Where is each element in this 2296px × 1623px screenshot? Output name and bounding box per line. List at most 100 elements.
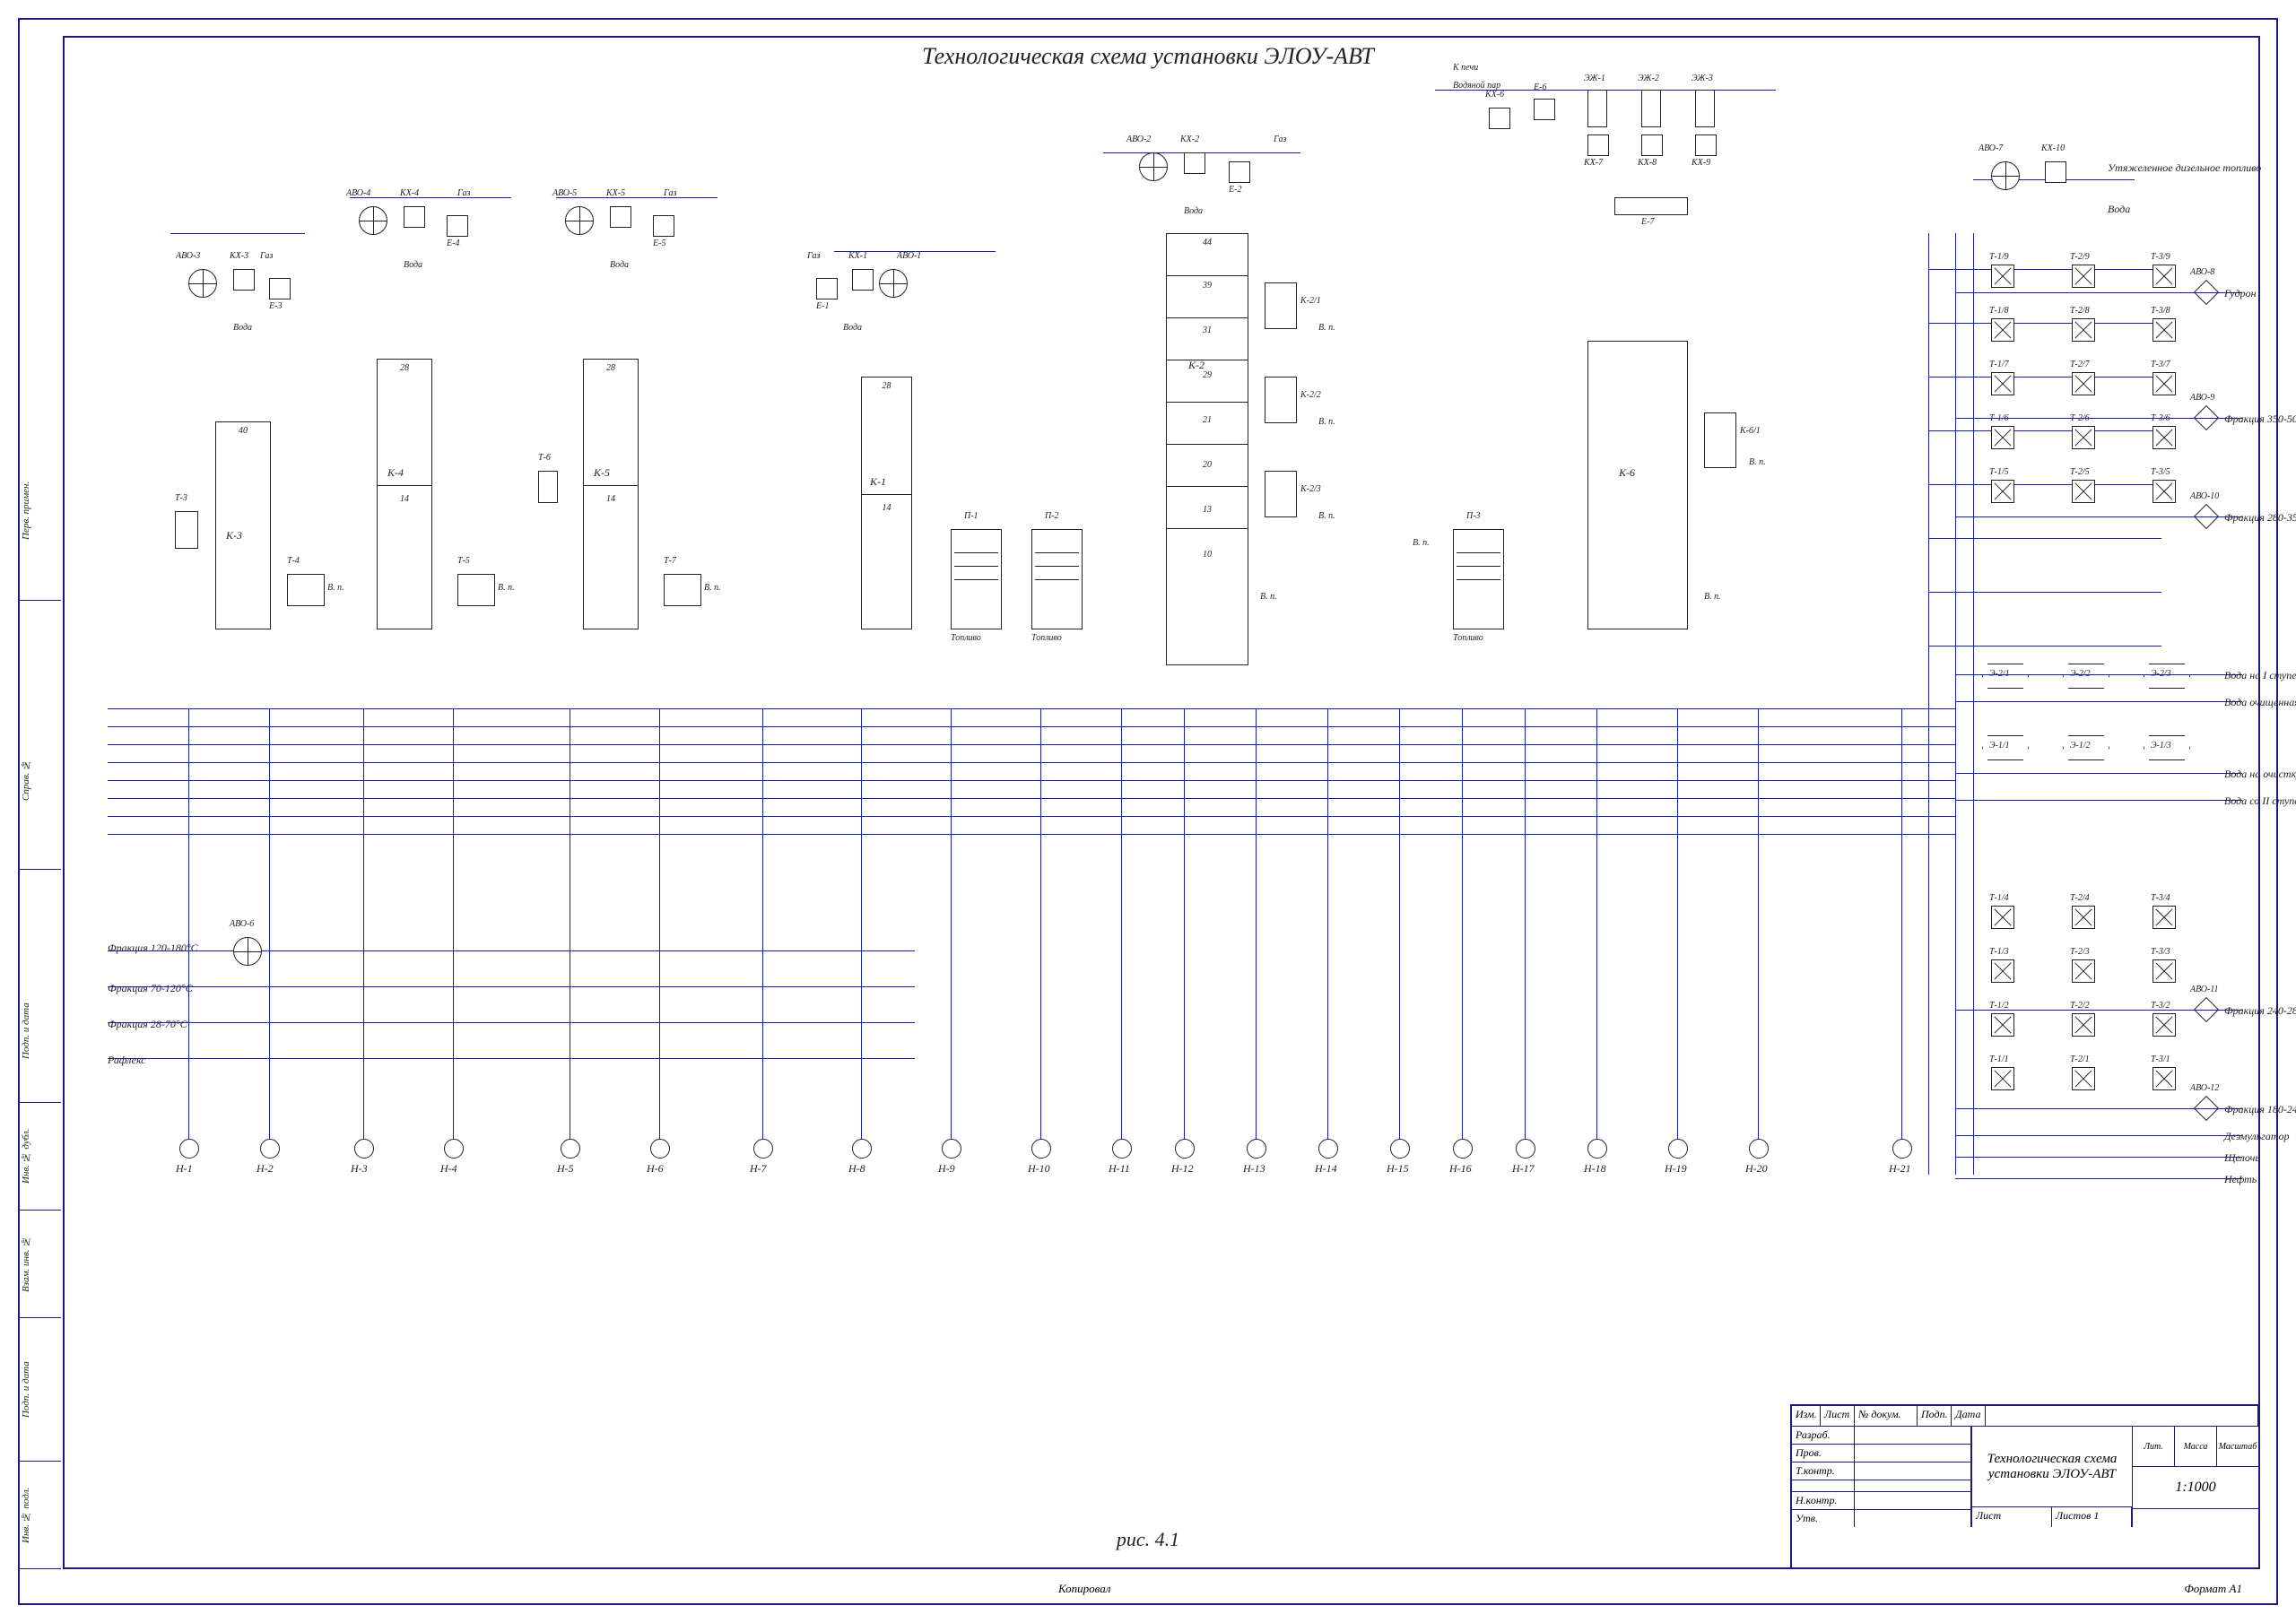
figure-label: рис. 4.1 — [1117, 1528, 1179, 1551]
pump-label-Н-5: Н-5 — [557, 1162, 574, 1176]
label-water2: Вода — [1184, 206, 1203, 216]
hx-label-Т-1/8: Т-1/8 — [1989, 306, 2009, 316]
out-6: Вода со II ступени — [2224, 794, 2287, 808]
column-K4: 28 14 — [377, 359, 432, 629]
label-ej3: ЭЖ-3 — [1692, 74, 1713, 83]
hx-label-Т-3/9: Т-3/9 — [2151, 252, 2170, 262]
label-to-furnace: К печи — [1453, 63, 1478, 73]
title-block: Изм. Лист № докум. Подп. Дата Разраб. Пр… — [1790, 1404, 2260, 1569]
pump-Н-5 — [561, 1139, 580, 1159]
pump-Н-7 — [753, 1139, 773, 1159]
pump-Н-10 — [1031, 1139, 1051, 1159]
stripper-K23 — [1265, 471, 1297, 517]
footer-copy: Копировал — [1058, 1582, 1110, 1596]
label-vp7: В. п. — [704, 583, 721, 593]
abo-7 — [1991, 161, 2020, 190]
hx-Т-1/6 — [1991, 426, 2014, 449]
pump-Н-16 — [1453, 1139, 1473, 1159]
label-K5: К-5 — [594, 466, 610, 480]
pump-label-Н-20: Н-20 — [1745, 1162, 1768, 1176]
stripper-K61 — [1704, 412, 1736, 468]
label-ej2: ЭЖ-2 — [1638, 74, 1659, 83]
hx-label-Т-3/1: Т-3/1 — [2151, 1055, 2170, 1064]
label-gas1: Газ — [807, 251, 820, 261]
label-E3: Е-3 — [269, 301, 282, 311]
label-E7: Е-7 — [1641, 217, 1654, 227]
drum-E5 — [653, 215, 674, 237]
pump-label-Н-19: Н-19 — [1665, 1162, 1687, 1176]
label-K22: К-2/2 — [1300, 390, 1321, 400]
hx-Т-2/6 — [2072, 426, 2095, 449]
hx-Т-2/9 — [2072, 265, 2095, 288]
pump-label-Н-3: Н-3 — [351, 1162, 368, 1176]
hx-Т-1/8 — [1991, 318, 2014, 342]
out-3: Вода на I ступень — [2224, 669, 2287, 682]
abo-label-АВО-8: АВО-8 — [2190, 267, 2214, 277]
label-abo1: АВО-1 — [897, 251, 921, 261]
label-kx9: КХ-9 — [1692, 158, 1710, 168]
label-T4: Т-4 — [287, 556, 300, 566]
label-K2: К-2 — [1188, 359, 1205, 372]
furnace-P2 — [1031, 529, 1083, 629]
pump-Н-2 — [260, 1139, 280, 1159]
label-gas4: Газ — [457, 188, 470, 198]
ejector-3 — [1695, 90, 1715, 127]
pump-Н-15 — [1390, 1139, 1410, 1159]
hx-Т-2/1 — [2072, 1067, 2095, 1090]
out-8: Фракция 180-240°С — [2224, 1103, 2287, 1116]
hx-Т-2/4 — [2072, 906, 2095, 929]
hx-label-Т-1/4: Т-1/4 — [1989, 893, 2009, 903]
out-frac-120-180: Фракция 120-180°С — [108, 942, 206, 955]
hx-Т-1/5 — [1991, 480, 2014, 503]
label-vp21: В. п. — [1318, 323, 1335, 333]
furnace-P3 — [1453, 529, 1504, 629]
drawing-frame: Технологическая схема установки ЭЛОУ-АВТ… — [0, 0, 2296, 1623]
label-kx5: КХ-5 — [606, 188, 625, 198]
abo-1 — [879, 269, 908, 298]
out-7: Фракция 240-280°С — [2224, 1004, 2287, 1018]
abo-2 — [1139, 152, 1168, 181]
pump-label-Н-7: Н-7 — [750, 1162, 767, 1176]
out-2: Фракция 280-350°С — [2224, 511, 2287, 525]
column-K2: 44 39 31 29 21 20 13 10 — [1166, 233, 1248, 665]
ejector-2 — [1641, 90, 1661, 127]
out-11: Нефть — [2224, 1173, 2287, 1186]
pump-label-Н-8: Н-8 — [848, 1162, 865, 1176]
hx-label-Т-2/1: Т-2/1 — [2070, 1055, 2090, 1064]
hx-label-Т-2/3: Т-2/3 — [2070, 947, 2090, 957]
hx-Т-1/1 — [1991, 1067, 2014, 1090]
kx-1 — [852, 269, 874, 291]
label-water1: Вода — [843, 323, 862, 333]
hx-label-Т-2/8: Т-2/8 — [2070, 306, 2090, 316]
label-ej1: ЭЖ-1 — [1584, 74, 1605, 83]
out-frac-70-120: Фракция 70-120°С — [108, 982, 206, 995]
label-K23: К-2/3 — [1300, 484, 1321, 494]
hx-label-Т-1/1: Т-1/1 — [1989, 1055, 2009, 1064]
pump-label-Н-18: Н-18 — [1584, 1162, 1606, 1176]
hx-Т-1/4 — [1991, 906, 2014, 929]
abo-6 — [233, 937, 262, 966]
drum-E3 — [269, 278, 291, 299]
out-9: Деэмульгатор — [2224, 1130, 2287, 1143]
pump-label-Н-12: Н-12 — [1171, 1162, 1194, 1176]
pump-Н-9 — [942, 1139, 961, 1159]
out-4: Вода очищенная — [2224, 696, 2287, 709]
kx-8 — [1641, 135, 1663, 156]
hx-Т-1/7 — [1991, 372, 2014, 395]
label-E1: Е-1 — [816, 301, 829, 311]
hx-Т-2/8 — [2072, 318, 2095, 342]
hx-Т-1/2 — [1991, 1013, 2014, 1037]
hx-label-Т-1/3: Т-1/3 — [1989, 947, 2009, 957]
label-gas2: Газ — [1274, 135, 1286, 144]
stripper-K21 — [1265, 282, 1297, 329]
hx-label-Т-1/7: Т-1/7 — [1989, 360, 2009, 369]
label-E4: Е-4 — [447, 239, 459, 248]
pump-label-Н-17: Н-17 — [1512, 1162, 1535, 1176]
kx-5 — [610, 206, 631, 228]
pump-label-Н-13: Н-13 — [1243, 1162, 1265, 1176]
hx-label-Т-2/7: Т-2/7 — [2070, 360, 2090, 369]
label-K4: К-4 — [387, 466, 404, 480]
pump-label-Н-6: Н-6 — [647, 1162, 664, 1176]
hx-label-Т-1/9: Т-1/9 — [1989, 252, 2009, 262]
label-kx2: КХ-2 — [1180, 135, 1199, 144]
